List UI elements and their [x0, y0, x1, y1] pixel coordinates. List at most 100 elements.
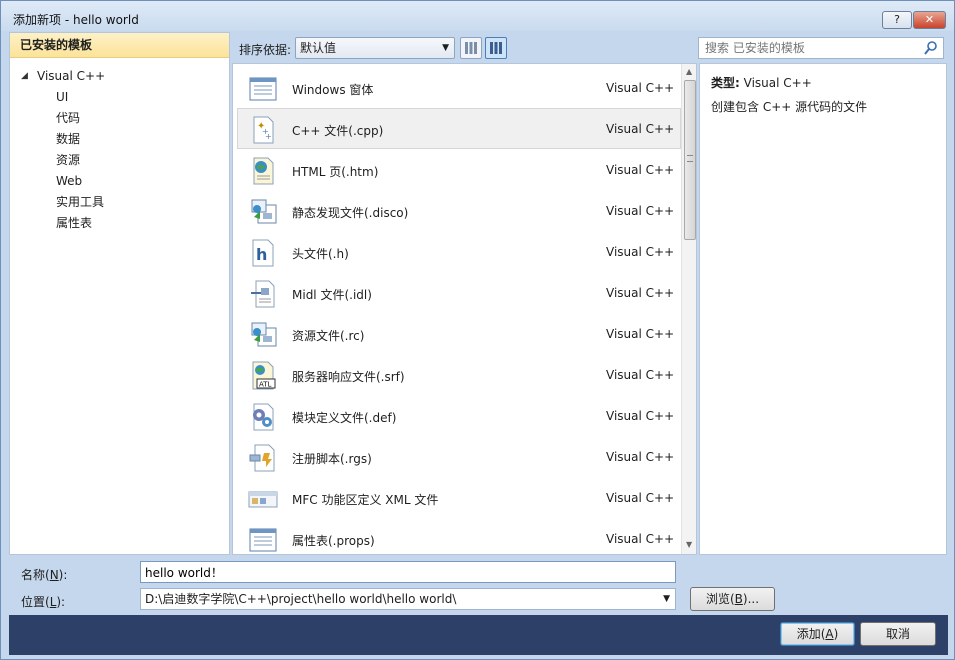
help-button[interactable]: ?	[882, 11, 912, 29]
def-file-icon	[253, 403, 274, 431]
add-button[interactable]: 添加(A)	[780, 622, 855, 646]
template-item-srf-file[interactable]: ATL 服务器响应文件(.srf) Visual C++	[237, 354, 681, 395]
location-combobox[interactable]: D:\启迪数字学院\C++\project\hello world\hello …	[140, 588, 676, 610]
search-input[interactable]	[699, 38, 909, 58]
list-view-icon	[490, 42, 502, 54]
template-language: Visual C++	[606, 327, 675, 341]
template-item-cpp-file[interactable]: ✦ + + C++ 文件(.cpp) Visual C++	[237, 108, 681, 149]
template-list-scrollbar[interactable]: ▲ ▼	[681, 64, 696, 554]
tree-item-visual-cpp[interactable]: ◢ Visual C++	[10, 66, 229, 87]
category-tree: ◢ Visual C++ UI 代码 数据 资源 Web 实用工具 属性表	[10, 66, 229, 234]
mfc-ribbon-icon	[248, 491, 278, 508]
chevron-down-icon: ▼	[442, 43, 449, 53]
scroll-up-icon[interactable]: ▲	[686, 67, 692, 76]
scroll-down-icon[interactable]: ▼	[686, 540, 692, 549]
browse-button[interactable]: 浏览(B)...	[690, 587, 775, 611]
template-language: Visual C++	[606, 286, 675, 300]
small-icons-view-button[interactable]	[460, 37, 482, 59]
template-item-property-sheet[interactable]: 属性表(.props) Visual C++	[237, 518, 681, 554]
template-list: Windows 窗体 Visual C++ ✦ + + C++ 文件(.cpp)…	[233, 67, 681, 554]
template-name: 静态发现文件(.disco)	[292, 206, 409, 220]
template-item-html-page[interactable]: HTML 页(.htm) Visual C++	[237, 149, 681, 190]
template-list-panel: Windows 窗体 Visual C++ ✦ + + C++ 文件(.cpp)…	[232, 63, 697, 555]
title-bar[interactable]: 添加新项 - hello world ? ✕	[1, 1, 954, 31]
template-name: 注册脚本(.rgs)	[292, 452, 372, 466]
template-language: Visual C++	[606, 81, 675, 95]
template-language: Visual C++	[606, 163, 675, 177]
template-description: 创建包含 C++ 源代码的文件	[711, 100, 868, 114]
template-language: Visual C++	[606, 122, 675, 136]
template-name: 资源文件(.rc)	[292, 329, 365, 343]
installed-templates-header[interactable]: 已安装的模板	[10, 33, 229, 58]
template-item-resource-file[interactable]: 资源文件(.rc) Visual C++	[237, 313, 681, 354]
tree-item-property-sheet[interactable]: 属性表	[10, 213, 229, 234]
dialog-footer: 添加(A) 取消	[9, 615, 948, 655]
template-type-row: 类型: Visual C++	[711, 74, 812, 91]
html-page-icon	[253, 157, 274, 185]
template-name: 模块定义文件(.def)	[292, 411, 397, 425]
type-value: Visual C++	[743, 76, 812, 90]
svg-text:ATL: ATL	[259, 381, 272, 389]
template-language: Visual C++	[606, 204, 675, 218]
sort-by-dropdown[interactable]: 默认值 ▼	[295, 37, 455, 59]
dialog-title: 添加新项 - hello world	[13, 13, 139, 27]
header-file-icon: h	[252, 239, 274, 267]
svg-text:+: +	[265, 132, 272, 141]
windows-form-icon	[249, 77, 277, 101]
location-label: 位置(L):	[21, 595, 66, 609]
template-name: MFC 功能区定义 XML 文件	[292, 493, 439, 507]
cancel-button[interactable]: 取消	[860, 622, 936, 646]
tree-item-web[interactable]: Web	[10, 171, 229, 192]
svg-text:h: h	[256, 245, 267, 264]
name-label: 名称(N):	[21, 568, 68, 582]
tree-item-ui[interactable]: UI	[10, 87, 229, 108]
property-sheet-icon	[249, 528, 277, 552]
chevron-down-icon[interactable]: ▼	[660, 589, 670, 609]
template-category-panel: 已安装的模板 ◢ Visual C++ UI 代码 数据 资源 Web 实用工具…	[9, 32, 230, 555]
midl-file-icon	[251, 280, 275, 308]
template-item-rgs-script[interactable]: 注册脚本(.rgs) Visual C++	[237, 436, 681, 477]
template-language: Visual C++	[606, 491, 675, 505]
search-icon[interactable]	[923, 40, 939, 56]
rgs-script-icon	[249, 444, 275, 472]
template-search-box[interactable]	[698, 37, 944, 59]
template-item-midl-file[interactable]: Midl 文件(.idl) Visual C++	[237, 272, 681, 313]
template-name: 头文件(.h)	[292, 247, 349, 261]
template-name: 服务器响应文件(.srf)	[292, 370, 405, 384]
tree-item-data[interactable]: 数据	[10, 129, 229, 150]
scrollbar-thumb[interactable]	[684, 80, 696, 240]
type-label: 类型:	[711, 76, 740, 90]
template-name: C++ 文件(.cpp)	[292, 124, 384, 138]
add-new-item-dialog: 添加新项 - hello world ? ✕ 已安装的模板 ◢ Visual C…	[0, 0, 955, 660]
template-language: Visual C++	[606, 450, 675, 464]
item-properties-area: 名称(N): 位置(L): D:\启迪数字学院\C++\project\hell…	[9, 557, 948, 613]
name-field[interactable]	[140, 561, 676, 583]
cpp-file-icon: ✦ + +	[253, 116, 274, 144]
disco-file-icon	[251, 199, 277, 224]
tree-item-resource[interactable]: 资源	[10, 150, 229, 171]
close-button[interactable]: ✕	[913, 11, 946, 29]
sort-by-value: 默认值	[300, 41, 337, 55]
tree-item-code[interactable]: 代码	[10, 108, 229, 129]
template-item-disco-file[interactable]: 静态发现文件(.disco) Visual C++	[237, 190, 681, 231]
list-view-button[interactable]	[485, 37, 507, 59]
scrollbar-grip-icon	[687, 155, 693, 162]
expand-arrow-icon[interactable]: ◢	[21, 66, 28, 87]
template-language: Visual C++	[606, 245, 675, 259]
sort-by-label: 排序依据:	[239, 43, 292, 57]
template-name: HTML 页(.htm)	[292, 165, 379, 179]
template-name: Midl 文件(.idl)	[292, 288, 372, 302]
template-detail-panel: 类型: Visual C++ 创建包含 C++ 源代码的文件	[699, 63, 947, 555]
template-item-header-file[interactable]: h 头文件(.h) Visual C++	[237, 231, 681, 272]
atl-srf-icon: ATL	[252, 361, 276, 390]
template-name: 属性表(.props)	[292, 534, 375, 548]
template-item-def-file[interactable]: 模块定义文件(.def) Visual C++	[237, 395, 681, 436]
location-value: D:\启迪数字学院\C++\project\hello world\hello …	[145, 592, 457, 606]
tree-item-utility[interactable]: 实用工具	[10, 192, 229, 213]
template-language: Visual C++	[606, 409, 675, 423]
template-name: Windows 窗体	[292, 83, 374, 97]
template-item-windows-form[interactable]: Windows 窗体 Visual C++	[237, 67, 681, 108]
tree-item-label: Visual C++	[37, 69, 106, 83]
small-icons-icon	[465, 42, 477, 54]
template-item-mfc-ribbon-xml[interactable]: MFC 功能区定义 XML 文件 Visual C++	[237, 477, 681, 518]
